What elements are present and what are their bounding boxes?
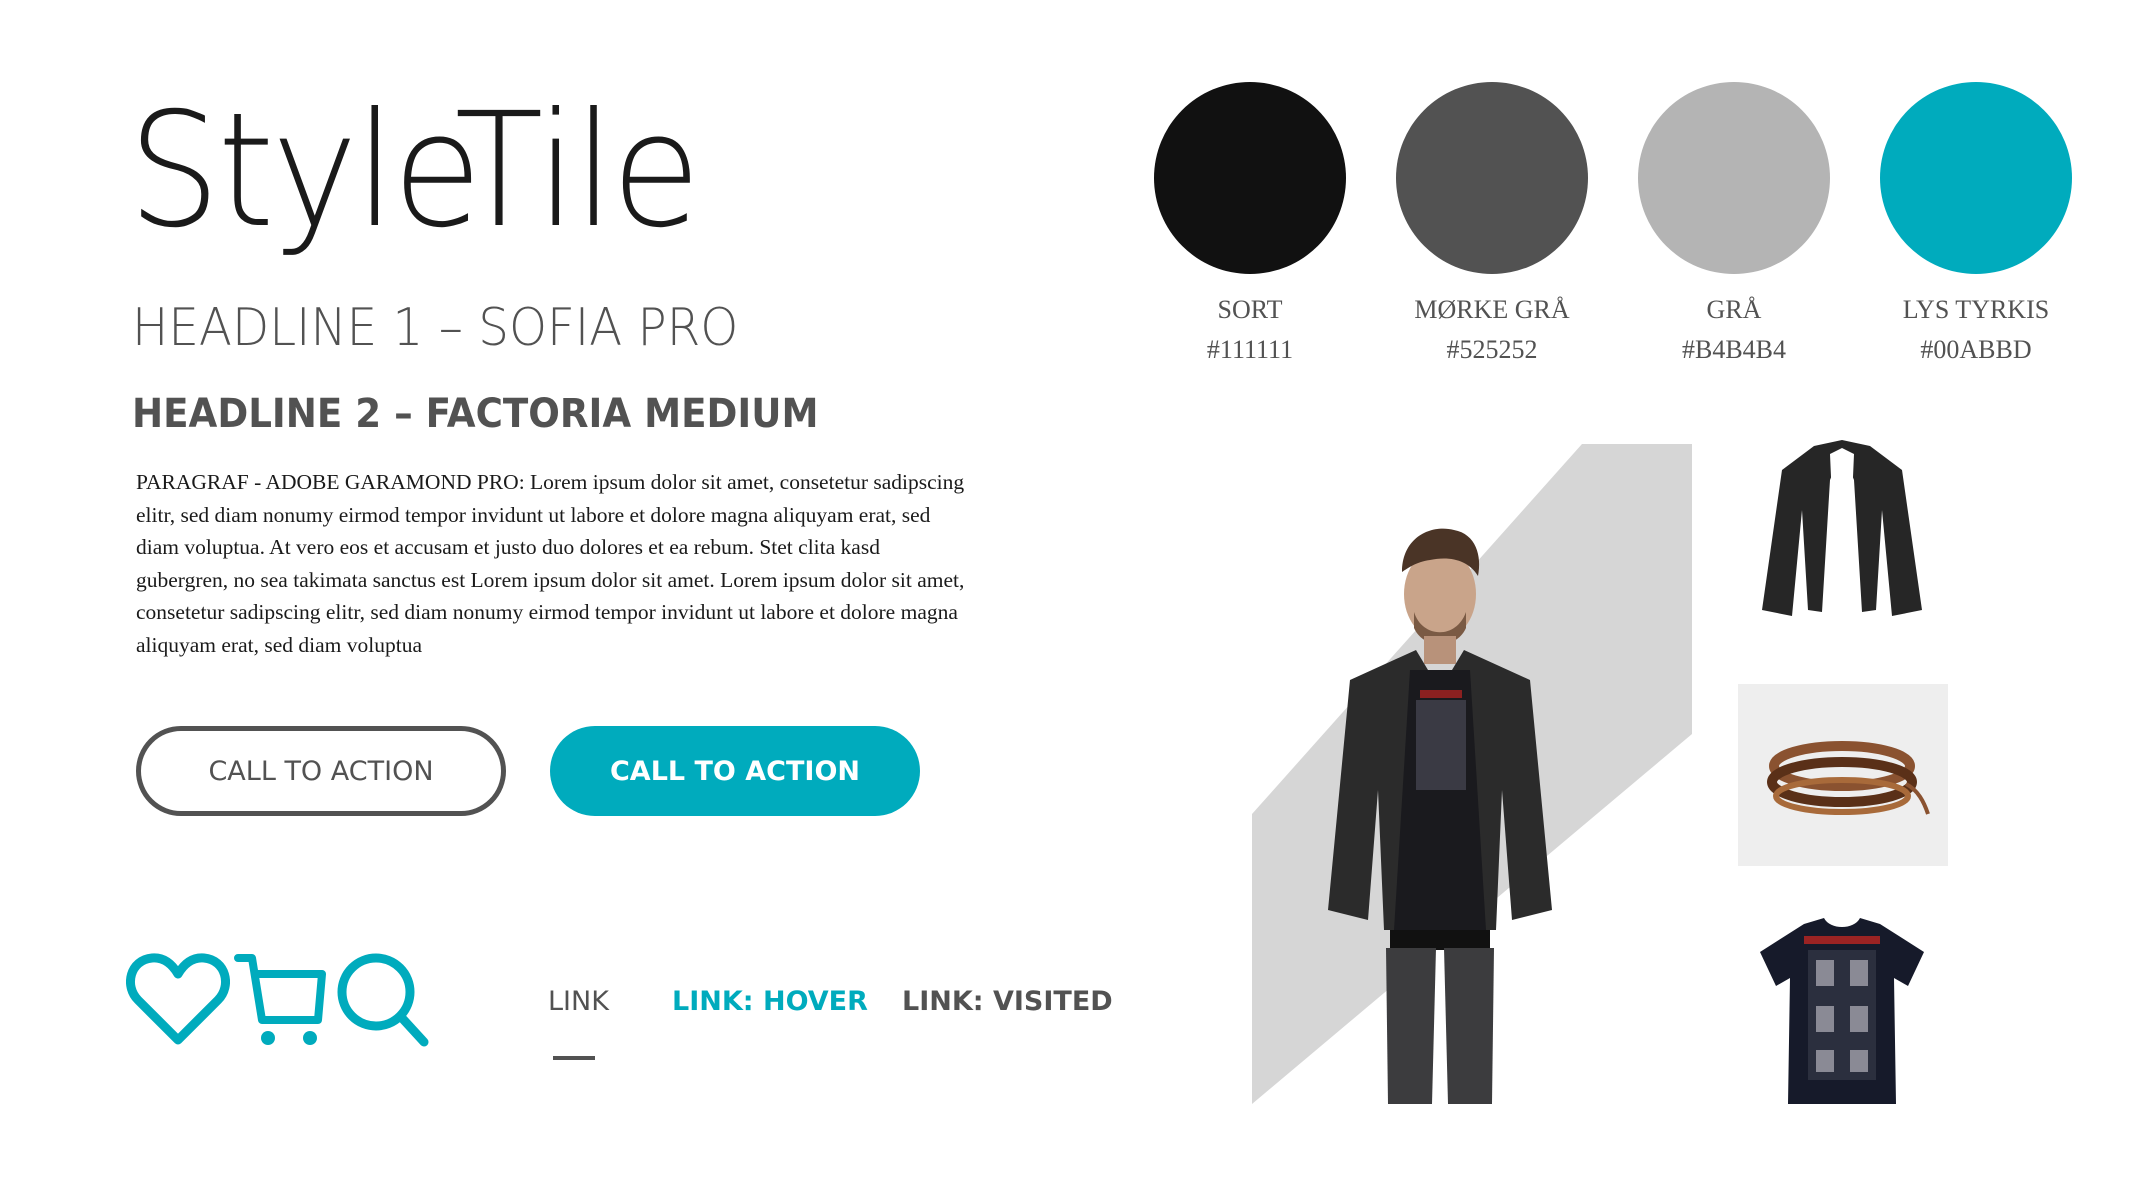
color-hex: #525252	[1446, 335, 1538, 364]
swatch-label-gra: GRÅ #B4B4B4	[1604, 290, 1864, 370]
cart-icon[interactable]	[234, 950, 326, 1050]
color-hex: #00ABBD	[1920, 335, 2032, 364]
style-tile-title: StyleTile	[128, 79, 701, 263]
swatch-gra	[1638, 82, 1830, 274]
headline-1-sample: HEADLINE 1 – SOFIA PRO	[132, 298, 739, 358]
search-icon[interactable]	[334, 950, 430, 1050]
link-visited[interactable]: LINK: VISITED	[902, 986, 1113, 1017]
call-to-action-outline-button[interactable]: CALL TO ACTION	[136, 726, 506, 816]
tshirt-photo	[1760, 918, 1924, 1104]
color-name: GRÅ	[1706, 295, 1762, 324]
swatch-label-morke-gra: MØRKE GRÅ #525252	[1362, 290, 1622, 370]
color-hex: #111111	[1206, 335, 1294, 364]
headline-2-sample: HEADLINE 2 – FACTORIA MEDIUM	[132, 391, 819, 437]
swatch-morke-gra	[1396, 82, 1588, 274]
icon-set	[126, 950, 436, 1060]
swatch-label-lys-tyrkis: LYS TYRKIS #00ABBD	[1846, 290, 2106, 370]
link-normal[interactable]: LINK	[548, 986, 609, 1017]
bracelet-photo	[1738, 684, 1948, 866]
swatch-sort	[1154, 82, 1346, 274]
color-name: SORT	[1217, 295, 1283, 324]
paragraph-sample: PARAGRAF - ADOBE GARAMOND PRO: Lorem ips…	[136, 470, 965, 657]
color-name: LYS TYRKIS	[1902, 295, 2050, 324]
color-name: MØRKE GRÅ	[1414, 295, 1570, 324]
link-underline	[553, 1056, 595, 1060]
swatch-label-sort: SORT #111111	[1120, 290, 1380, 370]
link-hover[interactable]: LINK: HOVER	[672, 986, 868, 1017]
call-to-action-filled-button[interactable]: CALL TO ACTION	[550, 726, 920, 816]
heart-icon[interactable]	[126, 950, 230, 1050]
color-hex: #B4B4B4	[1681, 335, 1787, 364]
swatch-lys-tyrkis	[1880, 82, 2072, 274]
model-photo	[1328, 528, 1552, 1104]
blazer-photo	[1762, 440, 1922, 616]
